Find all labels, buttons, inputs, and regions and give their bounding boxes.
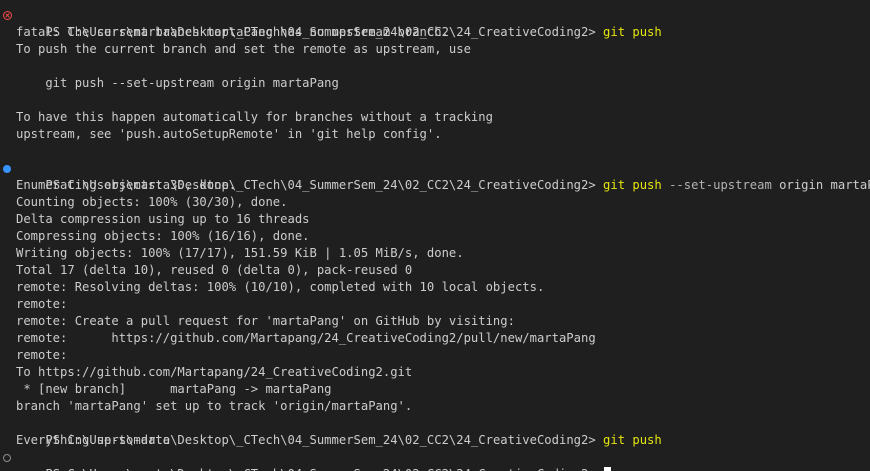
command-line: PS C:\Users\marta\Desktop\_CTech\04_Summ… [0, 415, 870, 447]
output-line: To have this happen automatically for br… [16, 110, 493, 124]
output-line: To push the current branch and set the r… [16, 42, 471, 56]
output-line: fatal: The current branch martaPang has … [16, 25, 449, 39]
command-line: PS C:\Users\marta\Desktop\_CTech\04_Summ… [0, 160, 870, 192]
error-icon[interactable] [3, 11, 12, 20]
pending-icon [3, 453, 11, 462]
output-line: remote: Create a pull request for 'marta… [16, 314, 515, 328]
output-line: Enumerating objects: 30, done. [16, 178, 237, 192]
output-line: * [new branch] martaPang -> martaPang [16, 382, 332, 396]
output-line: upstream, see 'push.autoSetupRemote' in … [16, 127, 442, 141]
output-line: Delta compression using up to 16 threads [16, 212, 310, 226]
output-line: remote: Resolving deltas: 100% (10/10), … [16, 280, 545, 294]
prompt: PS C:\Users\marta\Desktop\_CTech\04_Summ… [45, 467, 603, 471]
output-line: git push --set-upstream origin martaPang [16, 76, 339, 90]
output-line: Total 17 (delta 10), reused 0 (delta 0),… [16, 263, 413, 277]
output-link-line[interactable]: remote: https://github.com/Martapang/24_… [0, 330, 870, 347]
success-icon[interactable] [3, 164, 11, 173]
output-line: Compressing objects: 100% (16/16), done. [16, 229, 310, 243]
terminal-panel[interactable]: PS C:\Users\marta\Desktop\_CTech\04_Summ… [0, 0, 870, 471]
output-line: Writing objects: 100% (17/17), 151.59 Ki… [16, 246, 464, 260]
active-command-line[interactable]: PS C:\Users\marta\Desktop\_CTech\04_Summ… [0, 449, 870, 471]
output-line: Everything up-to-date [16, 433, 171, 447]
output-line: remote: [16, 348, 68, 362]
output-line: To https://github.com/Martapang/24_Creat… [16, 365, 413, 379]
text-cursor [604, 467, 612, 471]
output-line: Counting objects: 100% (30/30), done. [16, 195, 288, 209]
command-line: PS C:\Users\marta\Desktop\_CTech\04_Summ… [0, 7, 870, 39]
output-line: remote: [16, 297, 68, 311]
output-line: branch 'martaPang' set up to track 'orig… [16, 399, 413, 413]
